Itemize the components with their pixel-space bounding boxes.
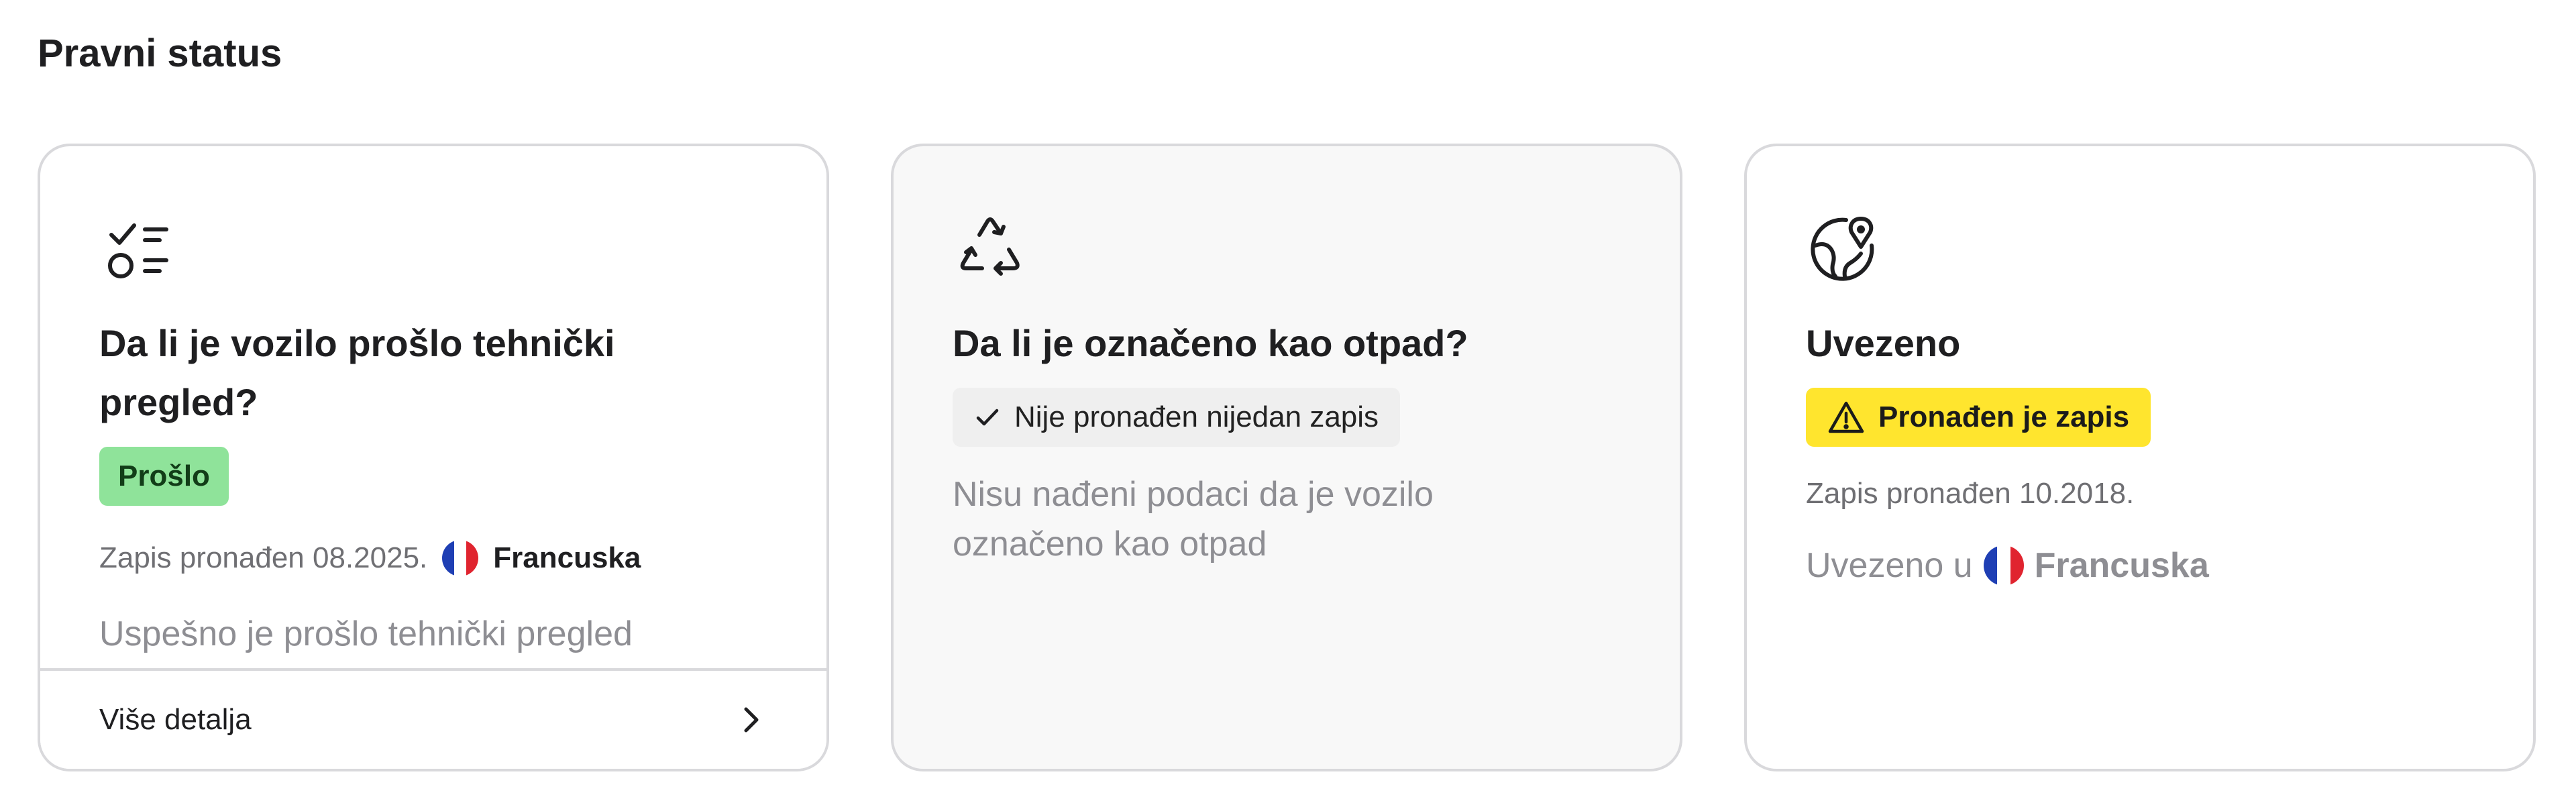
more-details-link[interactable]: Više detalja — [40, 668, 826, 769]
record-info: Zapis pronađen 10.2018. — [1806, 474, 2479, 514]
status-badge: Prošlo — [99, 447, 229, 506]
checklist-icon — [108, 223, 168, 278]
status-badge-label: Prošlo — [118, 460, 210, 492]
status-badge: Nije pronađen nijedan zapis — [953, 388, 1401, 447]
status-badge-label: Pronađen je zapis — [1878, 400, 2130, 433]
warning-icon — [1828, 401, 1864, 433]
globe-pin-icon — [1811, 217, 1874, 281]
more-details-label: Više detalja — [99, 703, 252, 736]
card-description: Uspešno je prošlo tehnički pregled — [99, 614, 633, 653]
recycle-icon — [960, 217, 1020, 276]
record-info: Zapis pronađen 08.2025. Francuska — [99, 538, 773, 578]
inspection-card: Da li je vozilo prošlo tehnički pregled?… — [38, 144, 829, 771]
country-name: Francuska — [493, 541, 641, 574]
card-title: Da li je vozilo prošlo tehnički pregled? — [99, 322, 615, 423]
record-date: Zapis pronađen 10.2018. — [1806, 477, 2135, 510]
salvage-card: Da li je označeno kao otpad? Nije pronađ… — [891, 144, 1682, 771]
country-name: Francuska — [2034, 546, 2209, 585]
legal-status-page: Pravni status Da li je vozilo prošlo teh… — [0, 0, 2576, 803]
imported-prefix: Uvezeno u — [1806, 546, 1973, 585]
card-title: Da li je označeno kao otpad? — [953, 322, 1468, 364]
checkmark-icon — [976, 409, 999, 426]
france-flag-icon — [1983, 545, 2024, 586]
card-title: Uvezeno — [1806, 322, 1961, 364]
import-country: Uvezeno u Francuska — [1806, 541, 2479, 590]
chevron-right-icon — [744, 707, 759, 733]
france-flag-icon — [442, 540, 479, 576]
section-title: Pravni status — [38, 32, 282, 75]
status-badge: Pronađen je zapis — [1806, 388, 2151, 447]
status-badge-label: Nije pronađen nijedan zapis — [1014, 400, 1379, 433]
import-card: Uvezeno Pronađen je zapis Zapis pronađen… — [1744, 144, 2536, 771]
card-description: Nisu nađeni podaci da je vozilo označeno… — [953, 475, 1434, 564]
record-date: Zapis pronađen 08.2025. — [99, 541, 428, 574]
